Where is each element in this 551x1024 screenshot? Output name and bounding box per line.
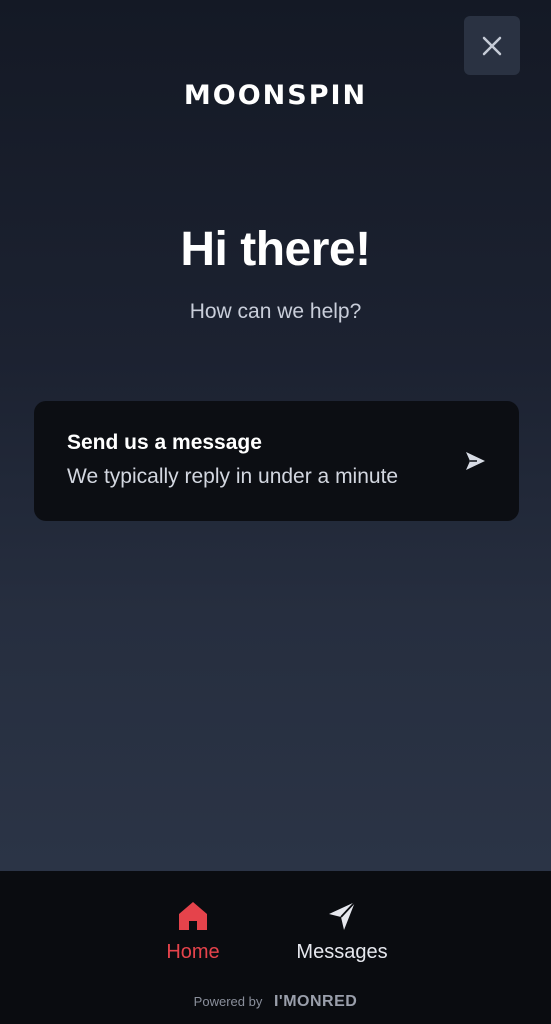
powered-by-brand[interactable]: I'MONRED — [274, 993, 357, 1010]
greeting-title: Hi there! — [180, 223, 371, 276]
send-message-card[interactable]: Send us a message We typically reply in … — [34, 401, 519, 521]
powered-by: Powered by I'MONRED — [0, 993, 551, 1011]
card-subtitle: We typically reply in under a minute — [67, 465, 399, 488]
send-icon — [329, 901, 356, 930]
card-title: Send us a message — [67, 431, 262, 454]
nav-messages[interactable]: Messages — [282, 899, 402, 964]
close-button[interactable] — [464, 16, 520, 75]
brand-logo: MOONSPIN — [183, 80, 368, 111]
bottom-navigation: Home Messages Powered by I'MONRED — [0, 871, 551, 1024]
nav-home[interactable]: Home — [133, 899, 253, 964]
chat-widget: MOONSPIN Hi there! How can we help? Send… — [0, 0, 551, 1024]
nav-messages-label: Messages — [296, 941, 388, 963]
nav-home-label: Home — [166, 941, 220, 963]
greeting-subtitle: How can we help? — [189, 300, 362, 323]
send-icon — [466, 452, 485, 470]
powered-by-label: Powered by — [193, 994, 263, 1009]
home-icon — [179, 902, 207, 930]
close-icon — [482, 36, 502, 55]
